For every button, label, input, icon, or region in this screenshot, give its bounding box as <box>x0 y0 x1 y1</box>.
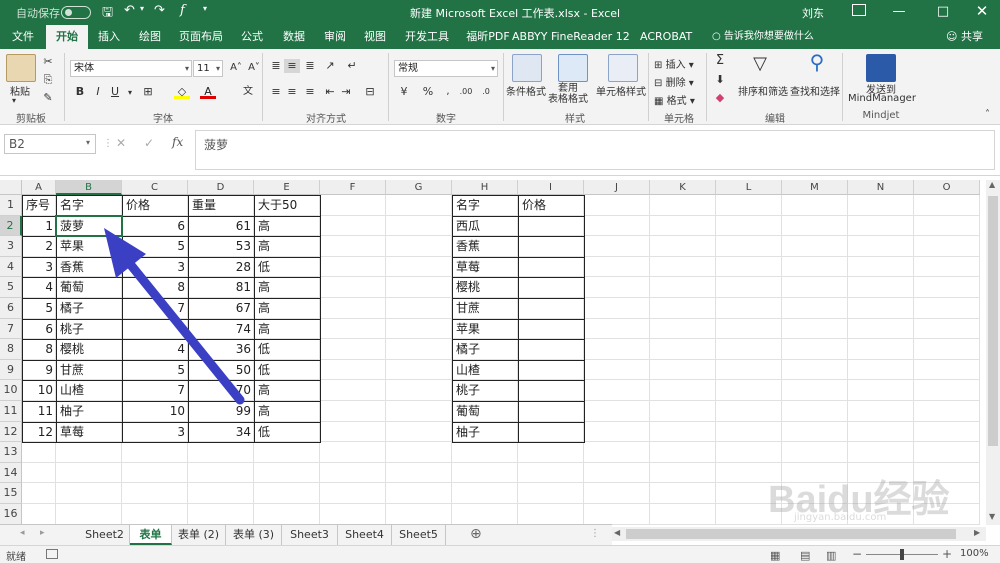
page-break-view-icon[interactable]: ▥ <box>826 549 836 562</box>
zoom-slider-thumb[interactable] <box>900 549 904 560</box>
excel-window: 自动保存 🖫 ↶ ▾ ↷ f ▾ 新建 Microsoft Excel 工作表.… <box>0 0 1000 563</box>
sheet-tab-sheet3[interactable]: Sheet3 <box>282 525 338 545</box>
macro-record-icon[interactable] <box>46 549 58 559</box>
vertical-scrollbar[interactable]: ▲ ▼ <box>986 180 1000 525</box>
sheet-tab-sheet4[interactable]: Sheet4 <box>338 525 392 545</box>
arrow-shaft <box>117 249 245 405</box>
sheet-tab-bar: ◂ ▸ Sheet2 表单 表单 (2) 表单 (3) Sheet3 Sheet… <box>0 524 612 545</box>
sheet-tab-sheet2[interactable]: Sheet2 <box>80 525 130 545</box>
sheet-tab-biaodan[interactable]: 表单 <box>130 525 172 545</box>
sheet-tab-sheet5[interactable]: Sheet5 <box>392 525 446 545</box>
status-ready: 就绪 <box>6 552 26 563</box>
zoom-out-icon[interactable]: − <box>852 547 862 561</box>
next-sheet-icon[interactable]: ▸ <box>40 528 45 538</box>
page-layout-view-icon[interactable]: ▤ <box>800 549 810 562</box>
scroll-up-icon[interactable]: ▲ <box>989 180 995 189</box>
status-bar: 就绪 ▦ ▤ ▥ − + 100% <box>0 545 1000 563</box>
scroll-right-icon[interactable]: ▶ <box>974 528 980 537</box>
prev-sheet-icon[interactable]: ◂ <box>20 528 25 538</box>
hscroll-thumb[interactable] <box>626 529 956 539</box>
sheet-tab-biaodan-3[interactable]: 表单 (3) <box>226 525 282 545</box>
zoom-level[interactable]: 100% <box>960 548 989 559</box>
sheet-tab-biaodan-2[interactable]: 表单 (2) <box>172 525 226 545</box>
watermark-logo: Baidu经验 jingyan.baidu.com <box>768 468 978 524</box>
normal-view-icon[interactable]: ▦ <box>770 549 780 562</box>
scroll-thumb[interactable] <box>988 196 998 446</box>
scroll-left-icon[interactable]: ◀ <box>614 528 620 537</box>
tab-split-icon[interactable]: ⋮ <box>590 528 600 539</box>
horizontal-scrollbar[interactable]: ◀ ▶ <box>612 527 986 541</box>
zoom-in-icon[interactable]: + <box>942 547 952 561</box>
scroll-down-icon[interactable]: ▼ <box>989 512 995 521</box>
add-sheet-icon[interactable]: ⊕ <box>470 526 482 542</box>
watermark-url: jingyan.baidu.com <box>794 512 887 523</box>
